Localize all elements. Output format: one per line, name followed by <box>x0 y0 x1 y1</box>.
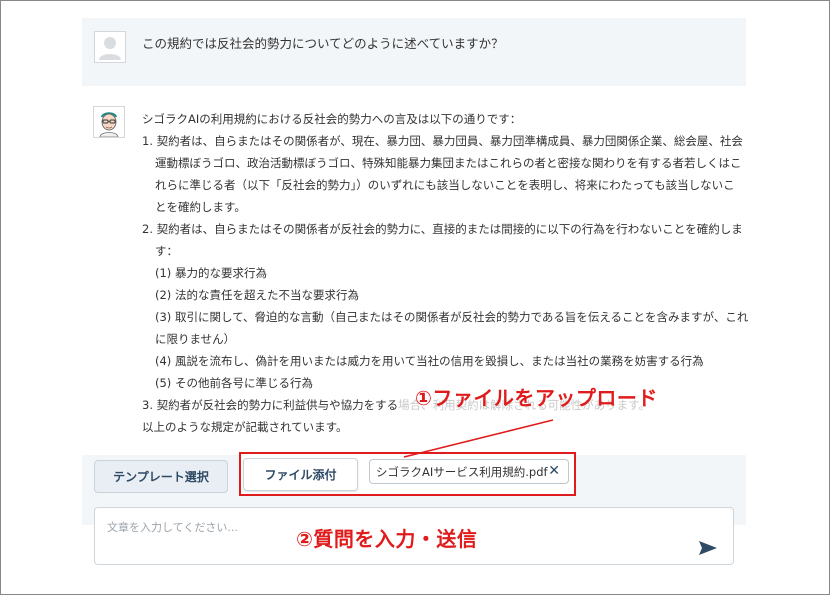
annotation-step1: ①ファイルをアップロード <box>415 386 658 410</box>
annotation-step2: ②質問を入力・送信 <box>296 527 478 551</box>
annotation-pointer-line <box>403 419 554 458</box>
